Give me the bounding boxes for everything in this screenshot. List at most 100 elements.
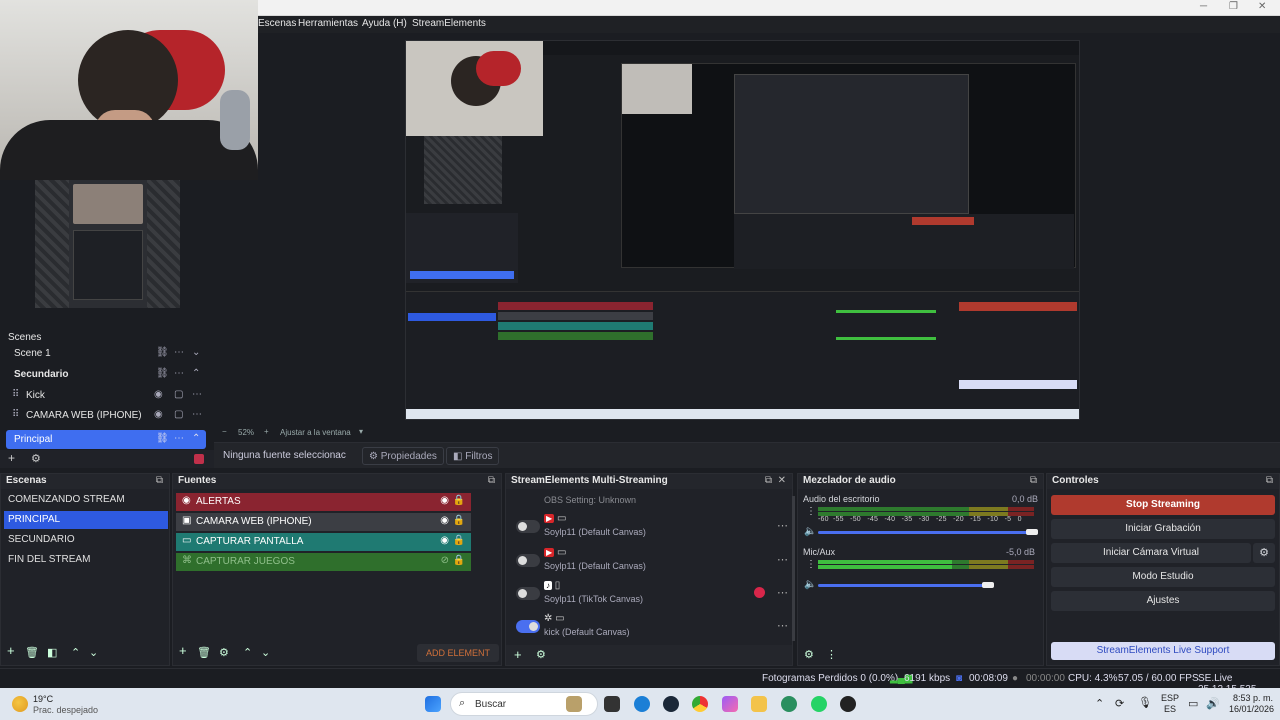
sync-icon[interactable]: ⟳ <box>1115 697 1124 710</box>
microphone-icon[interactable]: 🎙 <box>1138 696 1152 709</box>
scene-item[interactable]: COMENZANDO STREAM <box>4 491 168 509</box>
lock-icon[interactable]: 🔒 <box>453 535 465 546</box>
lock-icon[interactable]: 🔒 <box>453 495 465 506</box>
stop-streaming-button[interactable]: Stop Streaming <box>1051 495 1275 515</box>
gear-icon[interactable]: ⚙ <box>804 648 814 661</box>
lock-icon[interactable]: 🔒 <box>453 555 465 566</box>
source-item[interactable]: ▭ CAPTURAR PANTALLA ◉ 🔒 <box>176 533 471 551</box>
chrome-icon[interactable] <box>692 696 708 712</box>
eye-icon[interactable]: ◉ <box>440 495 449 506</box>
settings-button[interactable]: Ajustes <box>1051 591 1275 611</box>
steam-icon[interactable] <box>663 696 679 712</box>
scrollbar[interactable] <box>792 496 795 641</box>
fit-window-label[interactable]: Ajustar a la ventana <box>280 428 351 437</box>
link-icon[interactable]: ⛓ <box>156 433 169 444</box>
eye-icon[interactable]: ◉ <box>154 409 163 420</box>
left-source-item[interactable]: ⠿ Kick ◉ ▢ ⋯ <box>6 386 206 405</box>
start-recording-button[interactable]: Iniciar Grabación <box>1051 519 1275 539</box>
source-item[interactable]: ▣ CAMARA WEB (IPHONE) ◉ 🔒 <box>176 513 471 531</box>
add-icon[interactable]: + <box>7 643 15 658</box>
scene-item-selected[interactable]: PRINCIPAL <box>4 511 168 529</box>
stream-toggle[interactable] <box>516 620 540 633</box>
link-icon[interactable]: ⛓ <box>156 368 169 379</box>
volume-slider[interactable] <box>818 531 1028 534</box>
left-source-item[interactable]: ⠿ CAMARA WEB (IPHONE) ◉ ▢ ⋯ <box>6 406 206 425</box>
add-icon[interactable]: + <box>8 451 15 465</box>
more-icon[interactable]: ⋯ <box>192 409 202 420</box>
menu-streamelements[interactable]: StreamElements <box>412 18 486 29</box>
stream-toggle[interactable] <box>516 520 540 533</box>
chevron-up-icon[interactable]: ⌃ <box>192 433 200 444</box>
add-icon[interactable]: + <box>179 643 187 658</box>
filter-icon[interactable]: ◧ <box>47 646 57 659</box>
close-icon[interactable]: ✕ <box>1258 1 1266 12</box>
drag-handle-icon[interactable]: ⠿ <box>12 409 19 420</box>
speaker-icon[interactable]: 🔈 <box>804 526 816 537</box>
task-view-icon[interactable] <box>604 696 620 712</box>
network-icon[interactable]: ▭ <box>1188 697 1198 710</box>
start-virtual-camera-button[interactable]: Iniciar Cámara Virtual <box>1051 543 1251 563</box>
source-item[interactable]: ◉ ALERTAS ◉ 🔒 <box>176 493 471 511</box>
chevron-up-icon[interactable]: ⌃ <box>71 646 80 659</box>
lock-icon[interactable]: ▢ <box>174 389 183 400</box>
volume-slider-knob[interactable] <box>1026 529 1038 535</box>
left-scene-item-selected[interactable]: Principal ⛓ ⋯ ⌃ <box>6 430 206 449</box>
add-icon[interactable]: + <box>514 647 522 662</box>
eye-icon[interactable]: ◉ <box>154 389 163 400</box>
more-icon[interactable]: ⋯ <box>174 368 184 379</box>
volume-icon[interactable]: 🔊 <box>1206 697 1220 710</box>
gear-icon[interactable]: ⚙ <box>31 452 41 465</box>
more-icon[interactable]: ⋯ <box>777 619 788 632</box>
more-vertical-icon[interactable]: ⋮ <box>806 559 816 570</box>
link-icon[interactable]: ⛓ <box>156 347 169 358</box>
undock-icon[interactable]: ⧉ <box>156 475 163 486</box>
more-icon[interactable]: ⋯ <box>777 519 788 532</box>
volume-slider-knob[interactable] <box>982 582 994 588</box>
file-explorer-icon[interactable] <box>751 696 767 712</box>
trash-icon[interactable]: 🗑 <box>197 646 211 659</box>
chevron-up-icon[interactable]: ⌃ <box>1095 697 1104 710</box>
chevron-down-icon[interactable]: ⌄ <box>89 646 98 659</box>
more-icon[interactable]: ⋯ <box>174 347 184 358</box>
eye-icon[interactable]: ◉ <box>440 535 449 546</box>
undock-icon[interactable]: ⧉ <box>1266 475 1273 486</box>
windows-start-icon[interactable] <box>425 696 441 712</box>
eye-icon[interactable]: ◉ <box>440 515 449 526</box>
filters-button[interactable]: ◧ Filtros <box>446 447 500 465</box>
program-preview[interactable] <box>405 40 1080 420</box>
virtual-camera-settings-icon[interactable]: ⚙ <box>1253 543 1275 563</box>
speaker-icon[interactable]: 🔈 <box>804 579 816 590</box>
live-support-button[interactable]: StreamElements Live Support <box>1051 642 1275 660</box>
more-icon[interactable]: ⋯ <box>777 586 788 599</box>
warning-icon[interactable] <box>754 587 765 598</box>
menu-herramientas[interactable]: Herramientas <box>298 18 358 29</box>
trash-icon[interactable]: 🗑 <box>25 646 39 659</box>
copilot-icon[interactable] <box>722 696 738 712</box>
properties-button[interactable]: ⚙ Propiedades <box>362 447 444 465</box>
whatsapp-icon[interactable] <box>811 696 827 712</box>
source-item[interactable]: ⌘ CAPTURAR JUEGOS ⊘ 🔒 <box>176 553 471 571</box>
chevron-down-icon[interactable]: ▾ <box>359 427 363 436</box>
more-icon[interactable]: ⋯ <box>192 389 202 400</box>
undock-icon[interactable]: ⧉ <box>1030 475 1037 486</box>
more-vertical-icon[interactable]: ⋮ <box>826 648 837 661</box>
chevron-up-icon[interactable]: ⌃ <box>192 368 200 379</box>
undock-icon[interactable]: ⧉ <box>765 475 772 486</box>
lock-icon[interactable]: ▢ <box>174 409 183 420</box>
zoom-out-icon[interactable]: − <box>222 427 227 436</box>
eye-hidden-icon[interactable]: ⊘ <box>441 555 449 566</box>
left-scene-item[interactable]: Secundario ⛓ ⋯ ⌃ <box>6 365 206 384</box>
left-scene-item[interactable]: Scene 1 ⛓ ⋯ ⌄ <box>6 344 206 363</box>
scene-item[interactable]: SECUNDARIO <box>4 531 168 549</box>
close-icon[interactable]: ✕ <box>778 475 786 486</box>
language-code[interactable]: ESP <box>1161 693 1179 703</box>
more-icon[interactable]: ⋯ <box>777 553 788 566</box>
menu-ayuda[interactable]: Ayuda (H) <box>362 18 407 29</box>
edge-icon[interactable] <box>634 696 650 712</box>
menu-escenas[interactable]: Escenas <box>258 18 296 29</box>
minimize-icon[interactable]: ─ <box>1200 1 1207 12</box>
chevron-down-icon[interactable]: ⌄ <box>261 646 270 659</box>
more-vertical-icon[interactable]: ⋮ <box>806 506 816 517</box>
undock-icon[interactable]: ⧉ <box>488 475 495 486</box>
stream-toggle[interactable] <box>516 554 540 567</box>
